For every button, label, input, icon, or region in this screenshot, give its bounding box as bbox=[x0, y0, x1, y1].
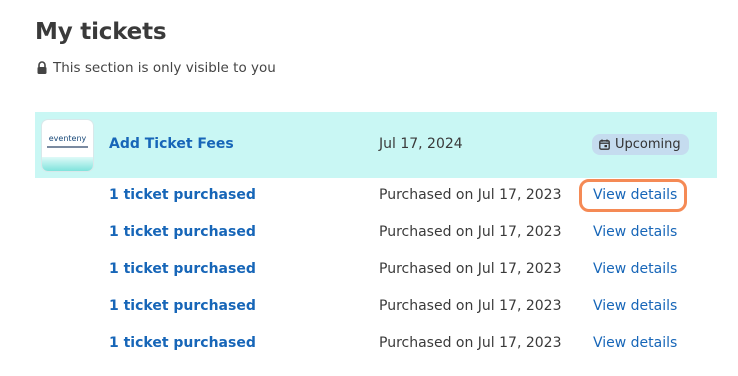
view-details-link[interactable]: View details bbox=[593, 335, 677, 351]
purchase-date: Purchased on Jul 17, 2023 bbox=[379, 335, 562, 351]
visibility-note: This section is only visible to you bbox=[36, 60, 276, 76]
lock-icon bbox=[36, 61, 48, 75]
view-details-link[interactable]: View details bbox=[593, 298, 677, 314]
view-details-link[interactable]: View details bbox=[593, 261, 677, 277]
ticket-row: 1 ticket purchased Purchased on Jul 17, … bbox=[0, 289, 738, 326]
thumbnail-wave bbox=[42, 157, 93, 171]
status-badge: Upcoming bbox=[592, 134, 689, 155]
ticket-count-link[interactable]: 1 ticket purchased bbox=[109, 261, 256, 277]
ticket-row: 1 ticket purchased Purchased on Jul 17, … bbox=[0, 326, 738, 363]
event-row[interactable]: eventeny Add Ticket Fees Jul 17, 2024 Up… bbox=[35, 112, 717, 178]
view-details-link[interactable]: View details bbox=[593, 224, 677, 240]
ticket-count-link[interactable]: 1 ticket purchased bbox=[109, 224, 256, 240]
my-tickets-page: My tickets This section is only visible … bbox=[0, 0, 738, 376]
ticket-row: 1 ticket purchased Purchased on Jul 17, … bbox=[0, 215, 738, 252]
purchase-date: Purchased on Jul 17, 2023 bbox=[379, 187, 562, 203]
purchase-date: Purchased on Jul 17, 2023 bbox=[379, 224, 562, 240]
status-badge-label: Upcoming bbox=[615, 137, 681, 152]
thumbnail-subline bbox=[47, 146, 88, 148]
event-date: Jul 17, 2024 bbox=[379, 136, 463, 152]
ticket-count-link[interactable]: 1 ticket purchased bbox=[109, 298, 256, 314]
event-thumbnail[interactable]: eventeny bbox=[42, 120, 93, 171]
purchase-date: Purchased on Jul 17, 2023 bbox=[379, 298, 562, 314]
ticket-row: 1 ticket purchased Purchased on Jul 17, … bbox=[0, 178, 738, 215]
calendar-icon bbox=[599, 139, 610, 150]
event-name-link[interactable]: Add Ticket Fees bbox=[109, 136, 234, 152]
view-details-link[interactable]: View details bbox=[593, 187, 677, 203]
page-title: My tickets bbox=[35, 19, 167, 45]
purchase-date: Purchased on Jul 17, 2023 bbox=[379, 261, 562, 277]
ticket-count-link[interactable]: 1 ticket purchased bbox=[109, 187, 256, 203]
visibility-note-text: This section is only visible to you bbox=[53, 60, 276, 76]
eventeny-logo: eventeny bbox=[48, 134, 87, 143]
ticket-count-link[interactable]: 1 ticket purchased bbox=[109, 335, 256, 351]
ticket-row: 1 ticket purchased Purchased on Jul 17, … bbox=[0, 252, 738, 289]
